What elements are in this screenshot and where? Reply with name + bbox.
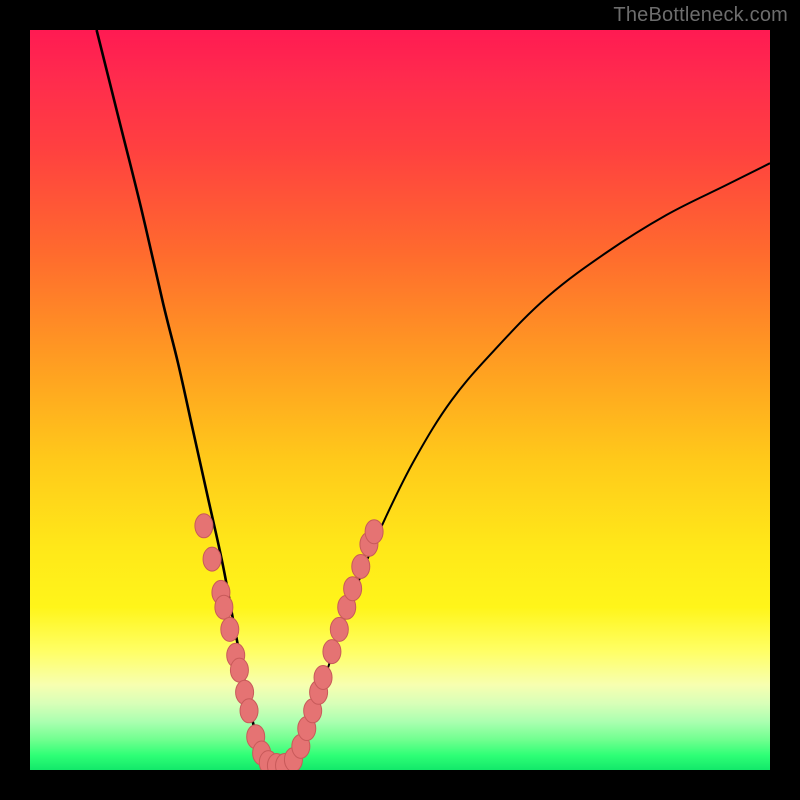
data-marker [203,547,221,571]
data-marker [330,617,348,641]
data-marker [352,555,370,579]
data-marker [215,595,233,619]
data-marker [221,617,239,641]
data-marker [240,699,258,723]
chart-svg [30,30,770,770]
chart-frame: TheBottleneck.com [0,0,800,800]
curve-right [289,163,770,766]
data-marker [323,640,341,664]
data-marker [344,577,362,601]
data-marker [314,666,332,690]
data-marker [230,658,248,682]
watermark-text: TheBottleneck.com [613,4,788,27]
data-marker [195,514,213,538]
plot-area [30,30,770,770]
data-marker [365,520,383,544]
marker-group [195,514,383,770]
